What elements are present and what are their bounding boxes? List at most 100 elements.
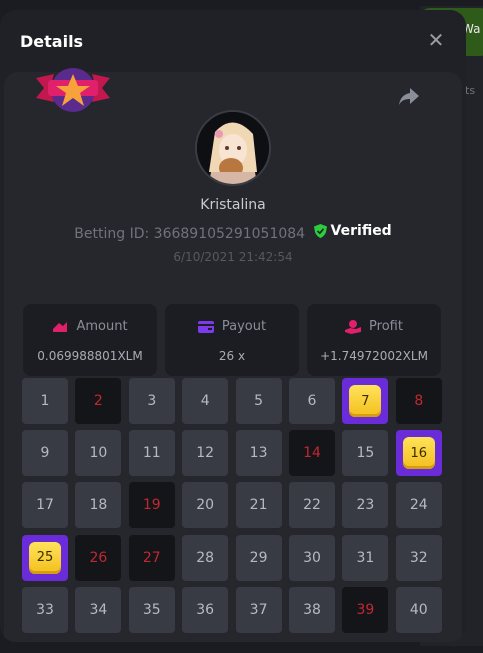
tile-number: 36 (196, 601, 215, 618)
tile-40[interactable]: 40 (395, 586, 442, 633)
tile-19[interactable]: 19 (128, 482, 175, 529)
tile-number: 27 (142, 549, 161, 566)
betting-id-label: Betting ID: (74, 226, 150, 242)
bet-date: 6/10/2021 21:42:54 (173, 250, 293, 264)
payout-value: 26 x (218, 349, 246, 363)
tile-number: 17 (36, 497, 54, 514)
close-icon[interactable]: ✕ (426, 30, 446, 50)
verified-label: Verified (330, 223, 392, 239)
amount-stat: Amount 0.069988801XLM (23, 304, 157, 376)
win-badge-icon (36, 68, 110, 112)
tile-26[interactable]: 26 (75, 534, 122, 581)
tile-31[interactable]: 31 (342, 534, 389, 581)
gem-icon: 25 (29, 541, 61, 574)
tile-number: 14 (303, 445, 321, 462)
tile-number: 29 (249, 549, 268, 566)
tile-number: 33 (36, 601, 54, 618)
payout-stat: Payout 26 x (165, 304, 299, 376)
tile-number: 40 (409, 601, 428, 618)
tile-number: 28 (196, 549, 215, 566)
tile-20[interactable]: 20 (182, 482, 229, 529)
tile-6[interactable]: 6 (289, 378, 335, 424)
tile-22[interactable]: 22 (289, 482, 335, 529)
tile-7[interactable]: 7 (342, 378, 389, 424)
tile-number: 38 (303, 601, 321, 618)
tile-32[interactable]: 32 (395, 534, 442, 581)
tile-1[interactable]: 1 (22, 378, 68, 424)
tile-number: 12 (196, 445, 215, 462)
tile-30[interactable]: 30 (289, 534, 335, 581)
tile-2[interactable]: 2 (75, 378, 122, 424)
profit-stat: Profit +1.74972002XLM (307, 304, 441, 376)
shield-check-icon (313, 224, 327, 238)
profit-label: Profit (369, 319, 403, 334)
tile-number: 26 (89, 549, 108, 566)
tile-number: 18 (89, 497, 108, 514)
tile-29[interactable]: 29 (235, 534, 282, 581)
username: Kristalina (200, 197, 266, 213)
tile-39[interactable]: 39 (342, 586, 389, 633)
betting-id-row: Betting ID: 3668910529105108​4 Verified (0, 223, 466, 242)
tile-14[interactable]: 14 (289, 430, 335, 477)
tile-36[interactable]: 36 (182, 586, 229, 633)
tile-number: 2 (93, 393, 103, 409)
tile-number: 30 (303, 549, 321, 566)
tile-9[interactable]: 9 (22, 430, 68, 477)
tile-4[interactable]: 4 (182, 378, 229, 424)
share-icon[interactable] (398, 86, 420, 106)
tile-number: 9 (40, 445, 50, 462)
tile-number: 37 (249, 601, 268, 618)
tile-number: 5 (254, 393, 264, 409)
tile-number: 32 (409, 549, 428, 566)
tile-37[interactable]: 37 (235, 586, 282, 633)
tile-number: 31 (356, 549, 375, 566)
tile-number: 3 (147, 393, 157, 409)
tile-number: 15 (356, 445, 375, 462)
tile-12[interactable]: 12 (182, 430, 229, 477)
tile-35[interactable]: 35 (128, 586, 175, 633)
tile-15[interactable]: 15 (342, 430, 389, 477)
tile-number: 23 (356, 497, 375, 514)
tile-number: 19 (142, 497, 161, 514)
gem-icon: 16 (402, 437, 435, 470)
tile-10[interactable]: 10 (75, 430, 122, 477)
tile-number: 35 (142, 601, 161, 618)
tile-24[interactable]: 24 (395, 482, 442, 529)
tile-11[interactable]: 11 (128, 430, 175, 477)
tile-number: 6 (307, 393, 317, 409)
coins-icon (53, 321, 68, 332)
tile-28[interactable]: 28 (182, 534, 229, 581)
verified-badge: Verified (313, 223, 392, 239)
tile-number: 21 (249, 497, 268, 514)
tile-33[interactable]: 33 (22, 586, 68, 633)
tile-23[interactable]: 23 (342, 482, 389, 529)
tile-17[interactable]: 17 (22, 482, 68, 529)
tile-25[interactable]: 25 (22, 534, 68, 581)
tile-27[interactable]: 27 (128, 534, 175, 581)
tile-3[interactable]: 3 (128, 378, 175, 424)
tile-number: 8 (414, 393, 424, 409)
modal-title: Details (20, 32, 84, 51)
tile-16[interactable]: 16 (395, 430, 442, 477)
payout-label: Payout (221, 319, 267, 334)
avatar (195, 110, 271, 186)
tile-18[interactable]: 18 (75, 482, 122, 529)
tile-number: 10 (89, 445, 108, 462)
amount-label: Amount (76, 319, 128, 334)
tile-5[interactable]: 5 (235, 378, 282, 424)
gem-icon: 7 (349, 385, 382, 417)
details-modal: Details ✕ Kristalina Betting ID: 3668910… (0, 10, 466, 642)
tile-number: 4 (200, 393, 210, 409)
tile-number: 24 (409, 497, 428, 514)
tile-13[interactable]: 13 (235, 430, 282, 477)
tile-number: 34 (89, 601, 108, 618)
tile-34[interactable]: 34 (75, 586, 122, 633)
tile-21[interactable]: 21 (235, 482, 282, 529)
tile-number: 39 (356, 601, 375, 618)
betting-id-value: 3668910529105108​4 (153, 226, 306, 242)
tile-8[interactable]: 8 (395, 378, 442, 424)
tile-number: 11 (142, 445, 161, 462)
tile-number: 20 (196, 497, 215, 514)
tile-38[interactable]: 38 (289, 586, 335, 633)
profit-hand-icon (345, 319, 362, 334)
